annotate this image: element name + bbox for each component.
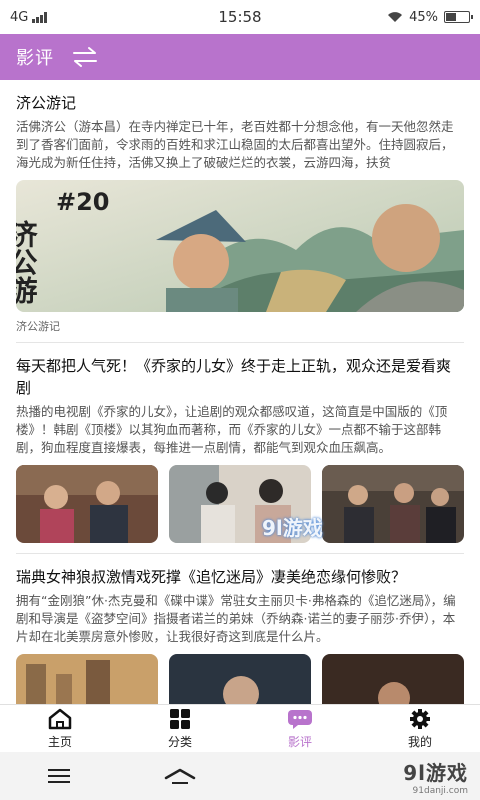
- status-left: 4G: [10, 10, 170, 25]
- tab-label: 影评: [287, 734, 312, 749]
- status-bar: 4G 15:58 45%: [0, 0, 480, 34]
- tab-label: 分类: [167, 734, 192, 749]
- article-title[interactable]: 每天都把人气死！《乔家的儿女》终于走上正轨，观众还是爱看爽剧: [16, 355, 464, 399]
- wifi-icon: [388, 12, 403, 22]
- grid-icon: [170, 708, 190, 729]
- article-hero-image[interactable]: 济公游 #20: [16, 180, 464, 312]
- bottom-tab-bar: 主页 分类 影评 我的: [0, 704, 480, 752]
- home-system-button[interactable]: [120, 767, 240, 785]
- image-caption: 济公游记: [16, 318, 464, 343]
- article-thumbnail[interactable]: [16, 465, 158, 543]
- hero-episode: #20: [56, 188, 110, 216]
- article-item[interactable]: 济公游记 活佛济公（游本昌）在寺内禅定已十年，老百姓都十分想念他，有一天他忽然走…: [0, 80, 480, 343]
- article-thumbnail[interactable]: [169, 654, 311, 704]
- article-summary: 活佛济公（游本昌）在寺内禅定已十年，老百姓都十分想念他，有一天他忽然走到了香客们…: [16, 119, 454, 170]
- menu-button[interactable]: [0, 768, 120, 784]
- home-icon: [48, 708, 72, 729]
- site-watermark: 9l游戏 91danji.com: [403, 752, 468, 800]
- status-time: 15:58: [218, 8, 262, 26]
- swap-arrows-icon[interactable]: [70, 46, 100, 68]
- tab-label: 我的: [407, 734, 432, 749]
- chat-bubble-icon: [288, 709, 312, 729]
- network-type: 4G: [10, 9, 29, 25]
- article-title[interactable]: 瑞典女神狼叔激情戏死撑《追忆迷局》凄美绝恋缘何惨败？: [16, 566, 464, 588]
- battery-percent: 45%: [409, 9, 438, 25]
- watermark-sub: 91danji.com: [412, 785, 468, 796]
- app-header: 影评: [0, 34, 480, 80]
- home-chevron-icon: [164, 768, 196, 784]
- article-thumbnail[interactable]: [322, 654, 464, 704]
- article-title[interactable]: 济公游记: [16, 92, 464, 114]
- article-thumbnail[interactable]: [16, 654, 158, 704]
- tab-home[interactable]: 主页: [0, 705, 120, 752]
- tab-label: 主页: [47, 734, 72, 749]
- article-thumbnails: [16, 654, 464, 704]
- review-feed[interactable]: 济公游记 活佛济公（游本昌）在寺内禅定已十年，老百姓都十分想念他，有一天他忽然走…: [0, 80, 480, 704]
- status-right: 45%: [310, 9, 473, 25]
- tab-mine[interactable]: 我的: [360, 705, 480, 752]
- signal-icon: [32, 11, 48, 23]
- article-item[interactable]: 每天都把人气死！《乔家的儿女》终于走上正轨，观众还是爱看爽剧 热播的电视剧《乔家…: [0, 343, 480, 543]
- article-thumbnail[interactable]: [322, 465, 464, 543]
- article-item[interactable]: 瑞典女神狼叔激情戏死撑《追忆迷局》凄美绝恋缘何惨败？ 拥有“金刚狼”休·杰克曼和…: [0, 554, 480, 704]
- tab-reviews[interactable]: 影评: [240, 705, 360, 752]
- article-summary: 拥有“金刚狼”休·杰克曼和《碟中谍》常驻女主丽贝卡·弗格森的《追忆迷局》，编剧和…: [16, 593, 456, 644]
- battery-fill: [446, 13, 456, 21]
- menu-icon: [48, 769, 70, 783]
- article-summary: 热播的电视剧《乔家的儿女》，让追剧的观众都感叹道，这简直是中国版的《顶楼》！韩剧…: [16, 404, 448, 455]
- hero-calligraphy: 济公游: [16, 220, 39, 305]
- page-title: 影评: [16, 48, 54, 69]
- battery-icon: [444, 11, 473, 23]
- tab-category[interactable]: 分类: [120, 705, 240, 752]
- article-thumbnails: [16, 465, 464, 543]
- watermark-main: 9l游戏: [403, 760, 468, 785]
- gear-icon: [410, 708, 430, 729]
- overlay-watermark: 9l游戏: [262, 516, 323, 540]
